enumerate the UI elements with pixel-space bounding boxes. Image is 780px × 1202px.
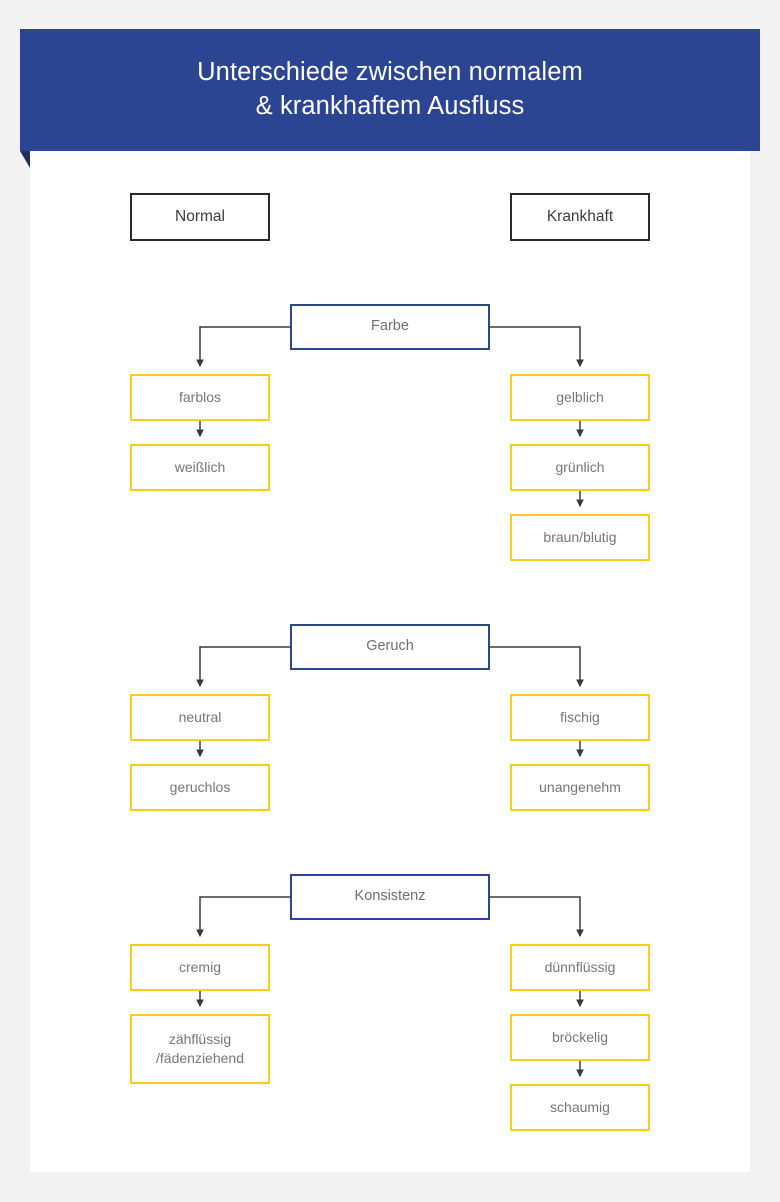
value-node-weisslich-label: weißlich (174, 459, 226, 476)
header-banner: Unterschiede zwischen normalem & krankha… (20, 29, 760, 151)
value-node-farblos[interactable]: farblos (130, 374, 270, 421)
value-node-cremig-label: cremig (178, 959, 221, 976)
value-node-weisslich[interactable]: weißlich (130, 444, 270, 491)
value-node-fischig[interactable]: fischig (510, 694, 650, 741)
column-header-krankhaft[interactable]: Krankhaft (510, 193, 650, 241)
value-node-unangenehm-label: unangenehm (539, 779, 621, 796)
value-node-farblos-label: farblos (178, 389, 222, 406)
column-header-normal[interactable]: Normal (130, 193, 270, 241)
value-node-gruenlich-label: grünlich (555, 459, 605, 476)
category-node-konsistenz[interactable]: Konsistenz (290, 874, 490, 920)
value-node-duennfluessig-label: dünnflüssig (544, 959, 616, 976)
value-node-broeckelig-label: bröckelig (551, 1029, 609, 1046)
value-node-zaehfluessig-label: zähflüssig /fädenziehend (156, 1031, 244, 1066)
category-node-geruch-label: Geruch (366, 638, 414, 655)
value-node-schaumig[interactable]: schaumig (510, 1084, 650, 1131)
value-node-neutral[interactable]: neutral (130, 694, 270, 741)
banner-fold-left-icon (20, 151, 30, 168)
column-header-krankhaft-label: Krankhaft (546, 207, 614, 225)
value-node-gelblich[interactable]: gelblich (510, 374, 650, 421)
category-node-farbe[interactable]: Farbe (290, 304, 490, 350)
column-header-normal-label: Normal (175, 207, 225, 225)
value-node-braun-blutig-label: braun/blutig (543, 529, 617, 546)
value-node-neutral-label: neutral (178, 709, 222, 726)
value-node-duennfluessig[interactable]: dünnflüssig (510, 944, 650, 991)
value-node-unangenehm[interactable]: unangenehm (510, 764, 650, 811)
value-node-gelblich-label: gelblich (556, 389, 604, 406)
value-node-cremig[interactable]: cremig (130, 944, 270, 991)
category-node-farbe-label: Farbe (371, 318, 409, 335)
value-node-schaumig-label: schaumig (550, 1099, 610, 1116)
value-node-geruchlos-label: geruchlos (169, 779, 231, 796)
page-title: Unterschiede zwischen normalem & krankha… (197, 58, 583, 120)
category-node-geruch[interactable]: Geruch (290, 624, 490, 670)
infographic-canvas: Unterschiede zwischen normalem & krankha… (0, 0, 780, 1202)
value-node-broeckelig[interactable]: bröckelig (510, 1014, 650, 1061)
value-node-zaehfluessig[interactable]: zähflüssig /fädenziehend (130, 1014, 270, 1084)
category-node-konsistenz-label: Konsistenz (354, 888, 426, 905)
value-node-gruenlich[interactable]: grünlich (510, 444, 650, 491)
value-node-geruchlos[interactable]: geruchlos (130, 764, 270, 811)
value-node-braun-blutig[interactable]: braun/blutig (510, 514, 650, 561)
value-node-fischig-label: fischig (560, 709, 600, 726)
